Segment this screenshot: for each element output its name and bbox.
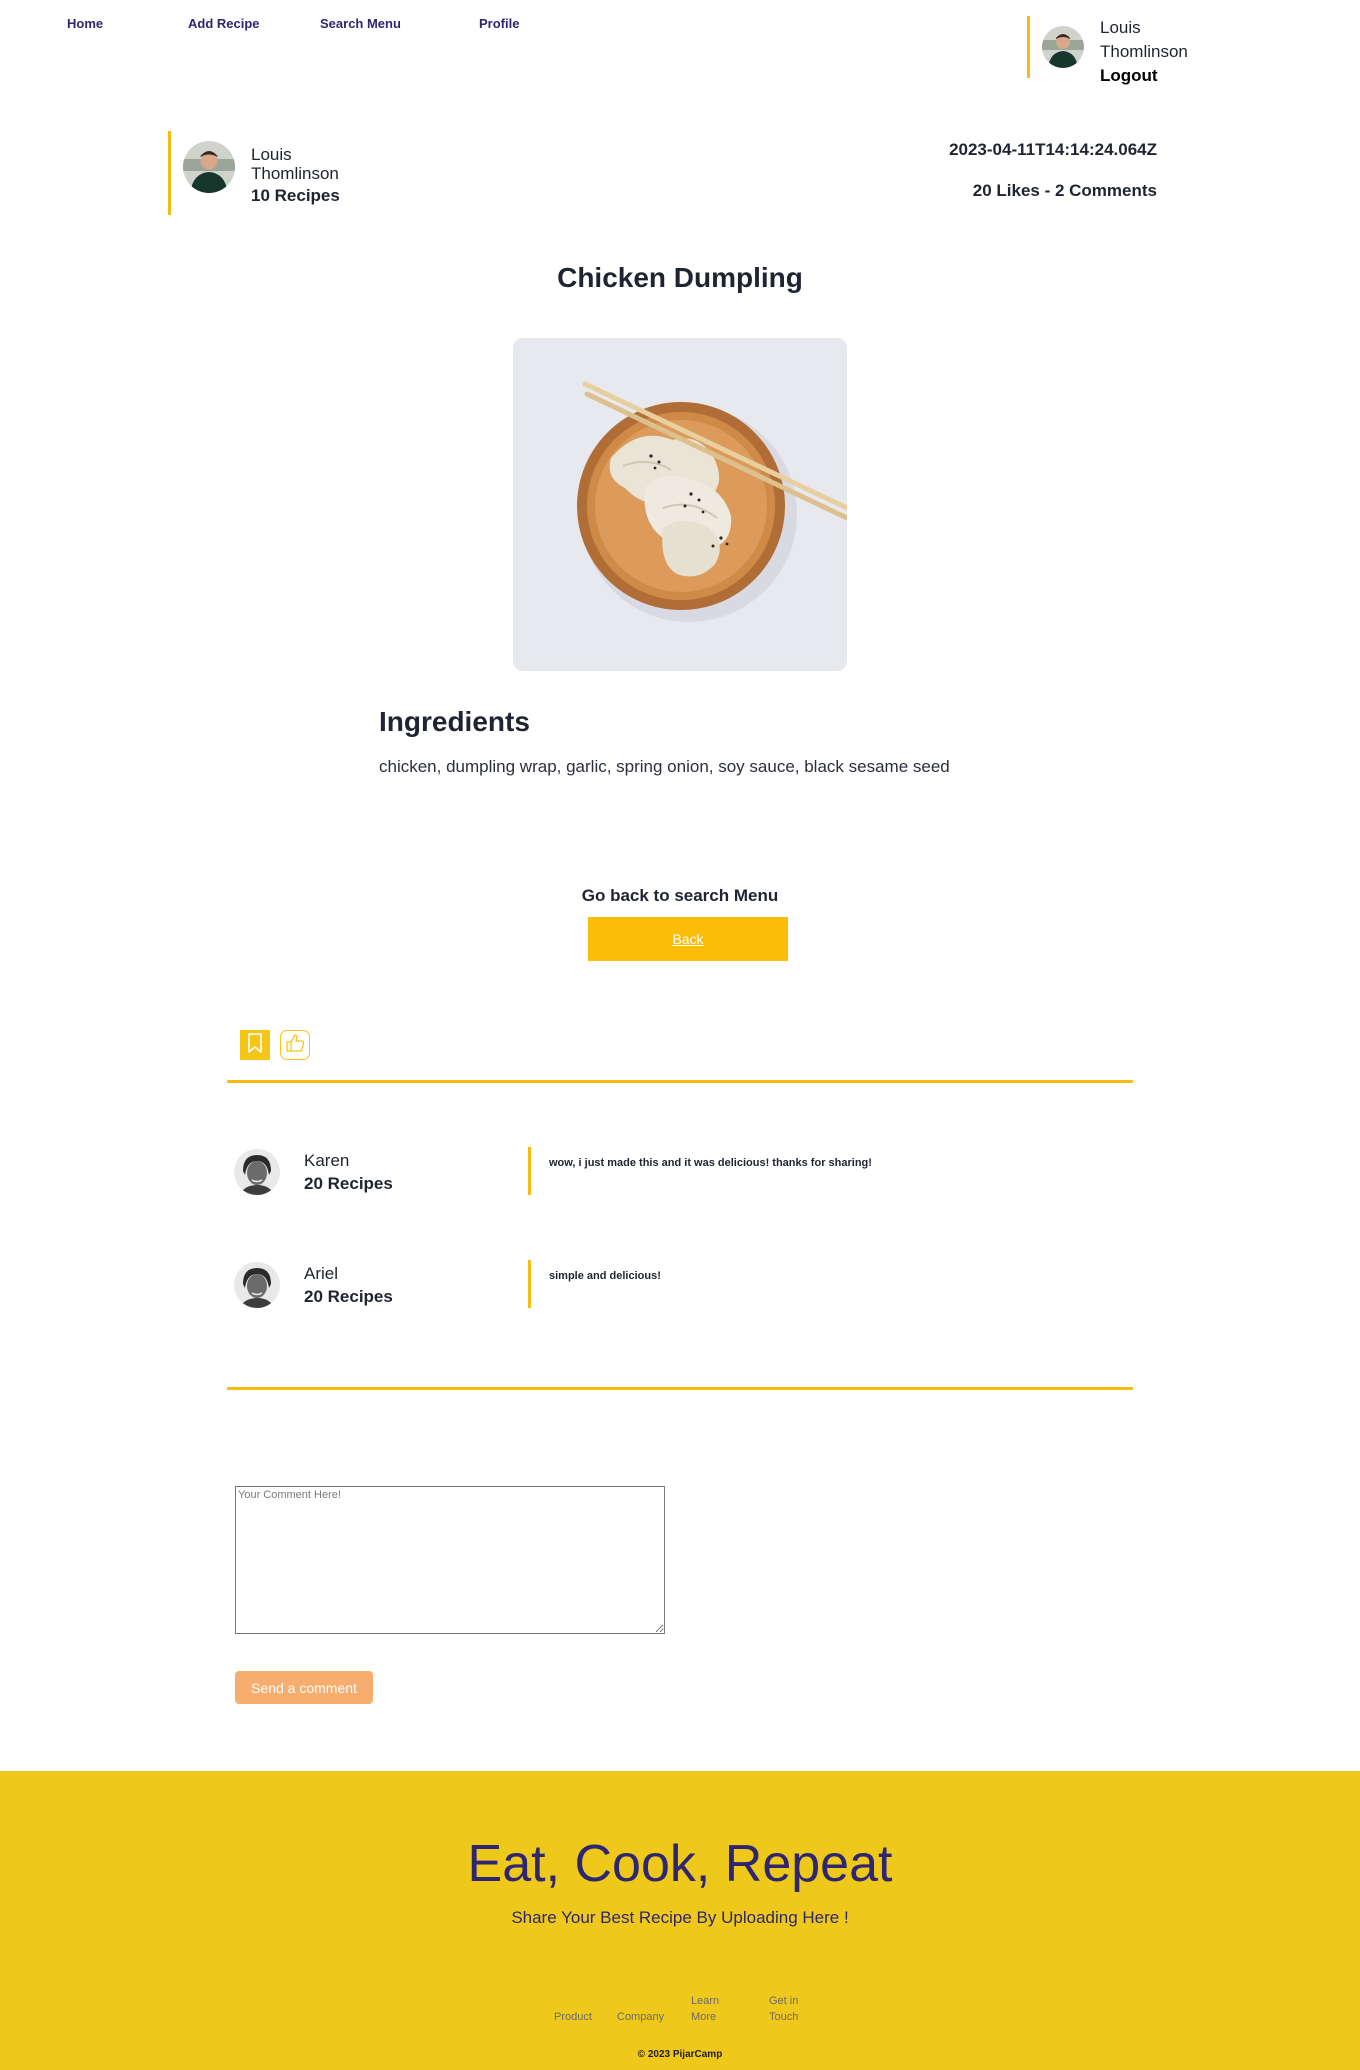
back-button[interactable]: Back: [588, 917, 788, 961]
ingredients-heading: Ingredients: [379, 706, 530, 737]
nav-user-panel: Louis Thomlinson Logout: [1027, 16, 1188, 85]
footer-learn-more-link[interactable]: Learn More: [691, 1993, 735, 2025]
commenter-avatar[interactable]: [234, 1262, 280, 1308]
comment-item: Ariel 20 Recipes simple and delicious!: [234, 1260, 1134, 1312]
nav-user-last-name: Thomlinson: [1100, 42, 1188, 61]
recipe-author: Louis Thomlinson 10 Recipes: [168, 131, 340, 215]
user-avatar[interactable]: [1042, 26, 1084, 68]
nav-search-menu-link[interactable]: Search Menu: [320, 16, 401, 31]
comment-input[interactable]: [235, 1486, 665, 1634]
commenter-info: Ariel 20 Recipes: [304, 1262, 393, 1308]
recipe-actions: [240, 1030, 310, 1060]
commenter-recipe-count: 20 Recipes: [304, 1287, 393, 1306]
logout-link[interactable]: Logout: [1100, 64, 1188, 88]
bookmark-icon: [247, 1032, 263, 1058]
thumbs-up-icon: [285, 1033, 305, 1058]
footer-copyright: © 2023 PijarCamp: [637, 2049, 723, 2060]
author-recipe-count: 10 Recipes: [251, 186, 340, 205]
like-button[interactable]: [280, 1030, 310, 1060]
recipe-image: [513, 338, 847, 671]
nav-user-name-block: Louis Thomlinson Logout: [1100, 16, 1188, 85]
footer-get-in-touch-link[interactable]: Get in Touch: [769, 1993, 809, 2025]
comment-text: simple and delicious!: [528, 1260, 661, 1308]
recipe-title: Chicken Dumpling: [557, 262, 803, 293]
nav-home-link[interactable]: Home: [67, 16, 103, 31]
footer-title: Eat, Cook, Repeat: [467, 1835, 893, 1893]
recipe-stats: 20 Likes - 2 Comments: [972, 181, 1157, 200]
commenter-name: Ariel: [304, 1264, 339, 1283]
comment-item: Karen 20 Recipes wow, i just made this a…: [234, 1147, 1134, 1199]
comment-text: wow, i just made this and it was delicio…: [528, 1147, 872, 1195]
comments-divider-bottom: [227, 1387, 1133, 1390]
footer-company-link[interactable]: Company: [617, 2009, 664, 2025]
nav-add-recipe-link[interactable]: Add Recipe: [188, 16, 260, 31]
author-info: Louis Thomlinson 10 Recipes: [251, 145, 340, 215]
footer-product-link[interactable]: Product: [554, 2009, 592, 2025]
nav-user-first-name: Louis: [1100, 18, 1141, 37]
back-caption: Go back to search Menu: [581, 886, 779, 905]
footer-subtitle: Share Your Best Recipe By Uploading Here…: [511, 1908, 849, 1927]
commenter-name: Karen: [304, 1151, 350, 1170]
author-avatar[interactable]: [183, 141, 235, 193]
commenter-recipe-count: 20 Recipes: [304, 1174, 393, 1193]
nav-profile-link[interactable]: Profile: [479, 16, 519, 31]
ingredients-text: chicken, dumpling wrap, garlic, spring o…: [379, 757, 950, 776]
top-navigation: Home Add Recipe Search Menu Profile Loui…: [0, 0, 1360, 90]
footer: Eat, Cook, Repeat Share Your Best Recipe…: [0, 1771, 1360, 2070]
send-comment-button[interactable]: Send a comment: [235, 1671, 373, 1704]
recipe-date: 2023-04-11T14:14:24.064Z: [949, 140, 1157, 159]
commenter-avatar[interactable]: [234, 1149, 280, 1195]
commenter-info: Karen 20 Recipes: [304, 1149, 393, 1195]
comments-divider-top: [227, 1080, 1133, 1083]
author-first-name: Louis: [251, 145, 292, 164]
bookmark-button[interactable]: [240, 1030, 270, 1060]
author-last-name: Thomlinson: [251, 164, 339, 183]
